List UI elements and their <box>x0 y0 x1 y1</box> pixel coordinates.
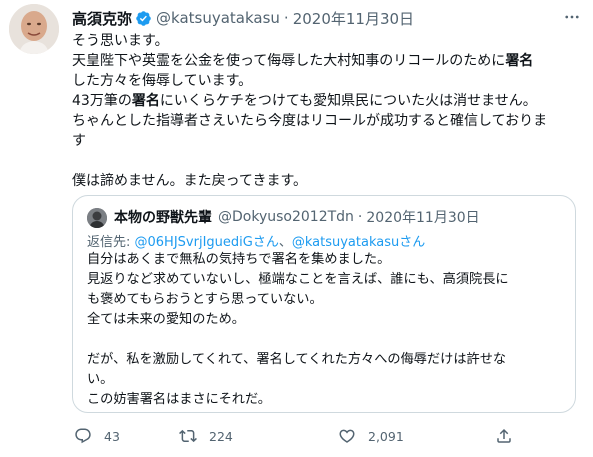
share-icon <box>497 428 511 443</box>
replying-to: 返信先: @06HJSvrjIguediGさん、@katsuyatakasuさん <box>87 231 425 250</box>
quoted-author-handle[interactable]: @Dokyuso2012Tdn <box>218 209 354 225</box>
quoted-line: 全ては未来の愛知のため。 <box>87 312 245 327</box>
retweet-icon <box>179 429 197 443</box>
quoted-author-avatar[interactable] <box>87 208 107 228</box>
quoted-line: 自分はあくまで無私の気持ちで署名を集めました。 <box>87 252 391 267</box>
quoted-header: 本物の野獣先輩 @Dokyuso2012Tdn · 2020年11月30日 <box>114 207 480 227</box>
tweet-actions: 43 224 2,091 <box>72 427 582 449</box>
tweet-line: 天皇陛下や英霊を公金を使って侮辱した大村知事のリコールのために署名 <box>72 53 534 69</box>
reply-mention-link[interactable]: @katsuyatakasuさん <box>292 235 425 250</box>
quoted-line: も褒めてもらおうとすら思っていない。 <box>87 292 323 307</box>
quoted-line: この妨害署名はまさにそれだ。 <box>87 392 271 407</box>
tweet-date[interactable]: 2020年11月30日 <box>293 8 414 29</box>
more-options-icon[interactable] <box>560 7 584 27</box>
quoted-tweet[interactable]: 本物の野獣先輩 @Dokyuso2012Tdn · 2020年11月30日 返信… <box>72 195 576 413</box>
tweet-text: そう思います。 天皇陛下や英霊を公金を使って侮辱した大村知事のリコールのために署… <box>72 31 582 191</box>
tweet-header: 高須克弥 @katsuyatakasu · 2020年11月30日 <box>72 7 414 29</box>
like-button[interactable]: 2,091 <box>338 427 404 445</box>
like-count: 2,091 <box>368 428 404 444</box>
highlighted-term: 署名 <box>505 53 534 69</box>
retweet-button[interactable]: 224 <box>179 427 233 445</box>
quoted-line: 見返りなど求めていないし、極端なことを言えば、誰にも、高須院長に <box>87 272 509 287</box>
quoted-author-name[interactable]: 本物の野獣先輩 <box>114 207 212 227</box>
tweet-line: す <box>72 133 86 149</box>
tweet-line: した方々を侮辱しています。 <box>72 73 253 89</box>
author-avatar[interactable] <box>9 4 59 54</box>
quoted-line: い。 <box>87 372 114 387</box>
author-handle[interactable]: @katsuyatakasu <box>156 9 280 27</box>
like-heart-icon <box>339 429 355 443</box>
reply-mention-separator: 、 <box>278 235 292 250</box>
reply-mention-link[interactable]: @06HJSvrjIguediGさん <box>135 235 279 250</box>
quoted-date[interactable]: 2020年11月30日 <box>366 207 479 227</box>
quoted-author-avatar-image <box>87 208 107 228</box>
author-avatar-image <box>9 4 59 54</box>
tweet-line: 僕は諦めません。また戻ってきます。 <box>72 173 308 189</box>
reply-button[interactable]: 43 <box>74 427 120 445</box>
quoted-text: 自分はあくまで無私の気持ちで署名を集めました。 見返りなど求めていないし、極端な… <box>87 250 569 410</box>
tweet[interactable]: 高須克弥 @katsuyatakasu · 2020年11月30日 そう思います… <box>0 0 593 457</box>
tweet-line: そう思います。 <box>72 33 169 49</box>
quoted-header-separator: · <box>357 209 363 225</box>
share-button[interactable] <box>495 427 513 445</box>
tweet-line: ちゃんとした指導者さえいたら今度はリコールが成功すると確信しておりま <box>72 113 548 129</box>
quoted-line-blank <box>87 330 569 350</box>
author-name[interactable]: 高須克弥 <box>72 8 132 29</box>
replying-to-label: 返信先: <box>87 235 135 250</box>
retweet-count: 224 <box>209 428 233 444</box>
tweet-line-blank <box>72 151 582 171</box>
verified-badge-icon <box>135 10 152 27</box>
highlighted-term: 署名 <box>131 93 160 109</box>
quoted-line: だが、私を激励してくれて、署名してくれた方々への侮辱だけは許せな <box>87 352 507 367</box>
tweet-line: 43万筆の署名にいくらケチをつけても愛知県民についた火は消せません。 <box>72 93 537 109</box>
header-separator: · <box>283 9 289 27</box>
reply-icon <box>75 428 91 444</box>
reply-count: 43 <box>104 428 120 444</box>
